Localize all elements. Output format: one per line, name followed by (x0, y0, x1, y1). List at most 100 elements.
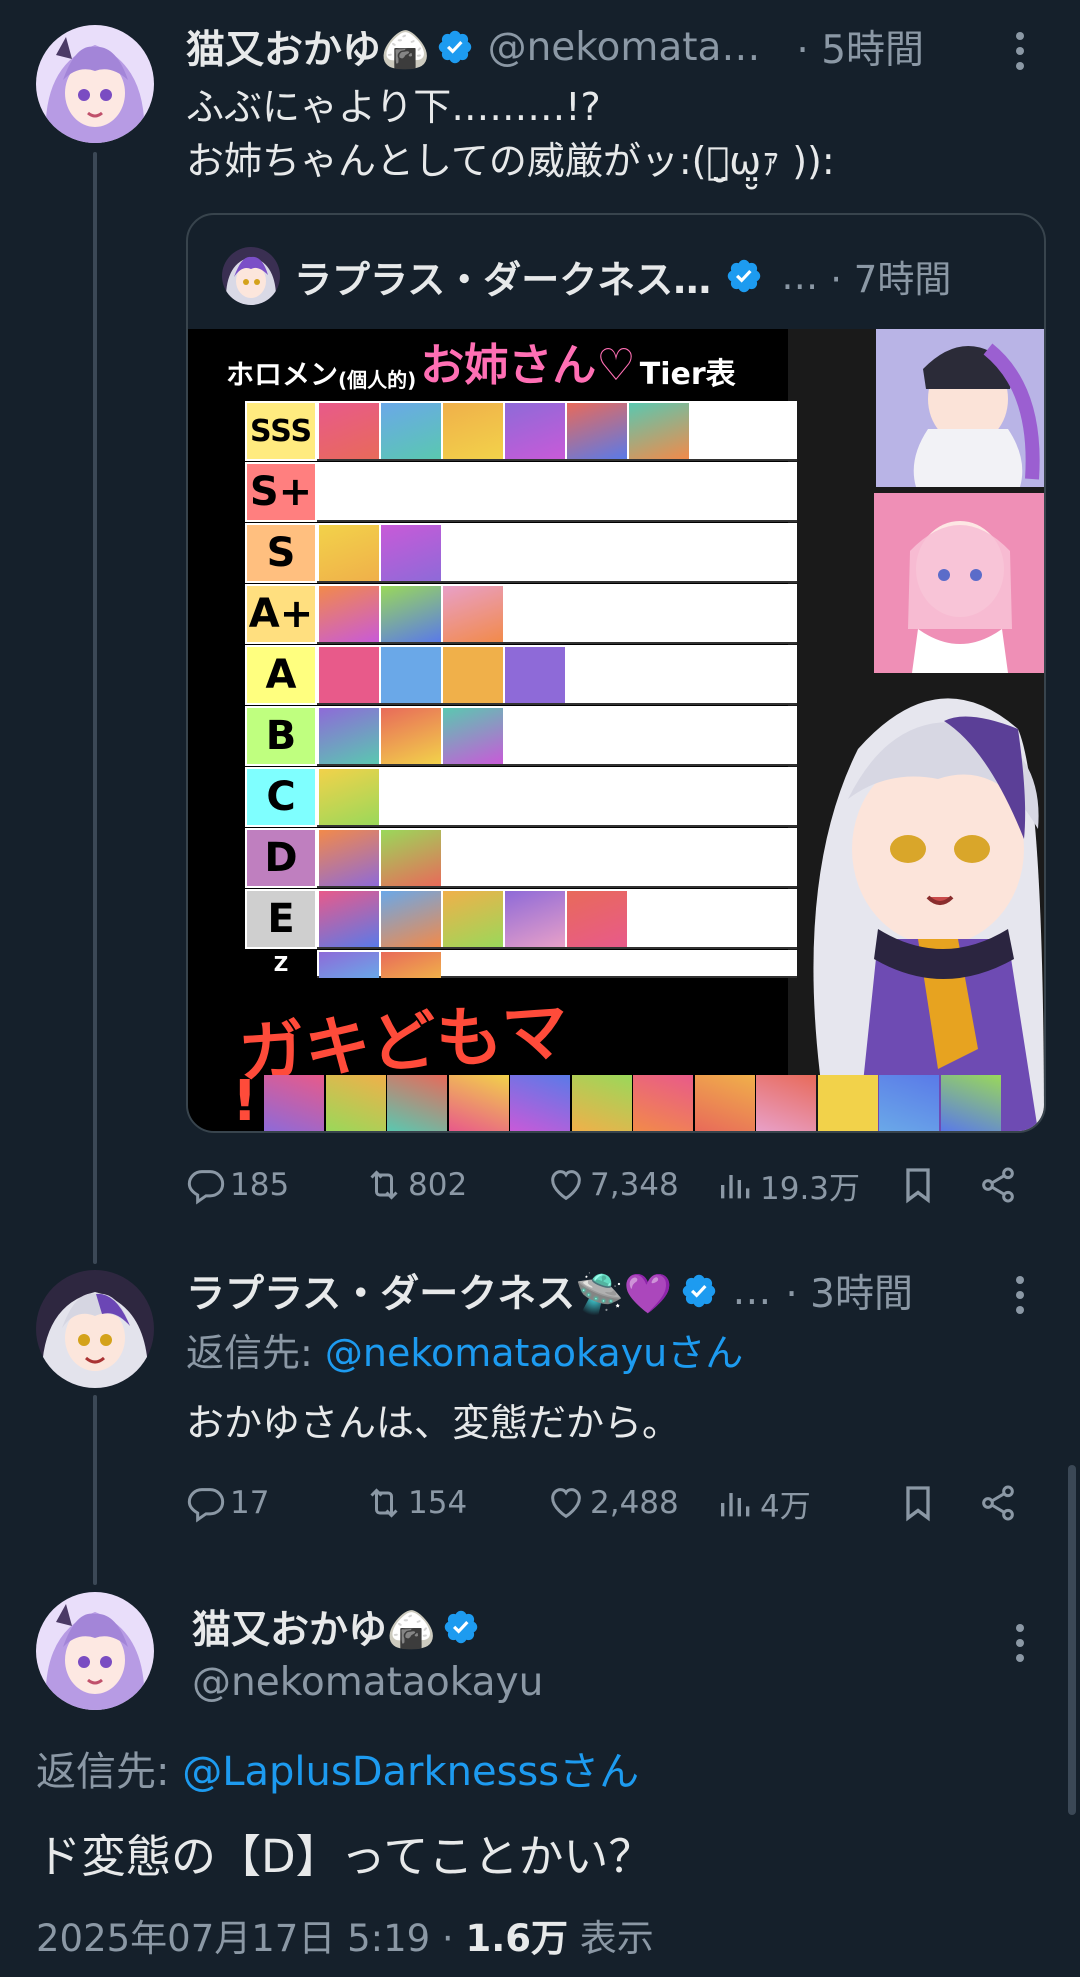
character-thumbnail (264, 1075, 324, 1131)
avatar-laplus-image (36, 1270, 154, 1388)
timestamp[interactable]: · 3時間 (785, 1263, 913, 1319)
tier-label: E (245, 889, 317, 949)
quoted-tweet-card[interactable]: ラプラス・ダークネス… … · 7時間 ホロメン (個人的) お姉さん♡ Tie… (186, 213, 1046, 1133)
tier-row-body (317, 462, 797, 522)
bookmark-button[interactable] (898, 1158, 942, 1212)
like-count: 7,348 (590, 1167, 679, 1203)
tier-row-body (317, 767, 797, 827)
retweet-button[interactable]: 802 (364, 1158, 467, 1212)
tweet-3-text: ド変態の【D】ってことかい？ (36, 1830, 654, 1883)
like-button[interactable]: 2,488 (546, 1476, 679, 1530)
avatar-laplus[interactable] (36, 1270, 154, 1388)
scrollbar[interactable] (1068, 1465, 1076, 1815)
character-thumbnail (443, 647, 503, 703)
more-options-icon[interactable] (1014, 1624, 1026, 1669)
display-name[interactable]: 猫又おかゆ🍙 (192, 1599, 436, 1655)
quoted-handle[interactable]: … (781, 255, 818, 298)
tier-title-prefix: ホロメン (226, 358, 339, 391)
character-thumbnail (443, 708, 503, 764)
tweet-2-header: ラプラス・ダークネス🛸💜 … · 3時間 (186, 1264, 913, 1318)
tweet-1-text: ふぶにゃより下………!? お姉ちゃんとしての威厳がッ:(ｧ̤̮ω̤̮ｧ )): (186, 80, 1046, 188)
handle[interactable]: @nekomata… (488, 25, 761, 70)
reply-to-link[interactable]: @LaplusDarknesssさん (182, 1749, 639, 1795)
tweet-3-meta: 2025年07月17日 5:19 · 1.6万 表示 (36, 1912, 654, 1966)
more-options-icon[interactable] (1014, 1276, 1026, 1321)
quoted-avatar[interactable] (222, 247, 280, 305)
verified-badge-icon (683, 1274, 716, 1308)
more-options-icon[interactable] (1014, 32, 1026, 77)
character-thumbnail (448, 1075, 509, 1131)
tier-row: S+ (245, 462, 797, 522)
retweet-button[interactable]: 154 (364, 1476, 467, 1530)
tier-label: S (245, 523, 317, 583)
bookmark-button[interactable] (898, 1476, 942, 1530)
reply-context: 返信先: @LaplusDarknesssさん (36, 1744, 639, 1800)
views-button[interactable]: 4万 (716, 1476, 811, 1530)
views-label: 表示 (568, 1917, 654, 1960)
character-thumbnail (381, 708, 441, 764)
character-thumbnail (940, 1075, 1001, 1131)
tier-row: SSS (245, 401, 797, 461)
views-chart-icon (721, 1175, 750, 1199)
tier-row: E (245, 889, 797, 949)
views-button[interactable]: 19.3万 (716, 1158, 860, 1212)
views-chart-icon (721, 1493, 750, 1517)
avatar-okayu-image (36, 1592, 154, 1710)
character-thumbnail (817, 1075, 878, 1131)
tier-row-body (317, 523, 797, 583)
character-thumbnail (381, 952, 441, 978)
character-thumbnail (694, 1075, 755, 1131)
tier-list-image[interactable]: ホロメン (個人的) お姉さん♡ Tier表 SSS S+ S A+ A B C D E Z ガキ… (188, 329, 1044, 1131)
like-button[interactable]: 7,348 (546, 1158, 679, 1212)
avatar-okayu[interactable] (36, 1592, 154, 1710)
share-icon (982, 1167, 1014, 1203)
avatar-okayu-image (36, 25, 154, 143)
tier-label: A (245, 645, 317, 705)
character-thumbnail (879, 1075, 939, 1131)
character-thumbnail (505, 891, 565, 947)
character-thumbnail (381, 647, 441, 703)
reply-to-link[interactable]: @nekomataokayuさん (325, 1331, 743, 1375)
quoted-display-name[interactable]: ラプラス・ダークネス… (294, 249, 711, 304)
tier-label: SSS (245, 401, 317, 461)
tier-row-body (317, 645, 797, 705)
character-thumbnail (319, 952, 379, 978)
reply-context: 返信先: @nekomataokayuさん (186, 1326, 743, 1380)
character-thumbnail (381, 830, 441, 886)
character-thumbnail (505, 647, 565, 703)
reply-icon (187, 1170, 225, 1205)
tweet-3-name-row: 猫又おかゆ🍙 (192, 1600, 480, 1654)
character-thumbnail (443, 586, 503, 642)
avatar-okayu[interactable] (36, 25, 154, 143)
quoted-timestamp[interactable]: · 7時間 (830, 249, 951, 303)
reply-button[interactable]: 17 (186, 1476, 269, 1530)
character-thumbnail (505, 403, 565, 459)
tier-label: Z (245, 950, 317, 978)
quoted-avatar-image (222, 247, 280, 305)
thread-connector-2 (93, 1395, 97, 1585)
character-thumbnail (381, 586, 441, 642)
tier-label: A+ (245, 584, 317, 644)
share-button[interactable] (978, 1476, 1022, 1530)
handle[interactable]: … (732, 1269, 771, 1314)
post-date[interactable]: 2025年07月17日 5:19 · (36, 1917, 465, 1960)
display-name[interactable]: 猫又おかゆ🍙 (186, 19, 430, 75)
display-name[interactable]: ラプラス・ダークネス🛸💜 (186, 1263, 672, 1319)
tweet-1-header: 猫又おかゆ🍙 @nekomata… · 5時間 (186, 20, 924, 74)
view-count: 4万 (760, 1488, 811, 1525)
tier-caption-2: ! (232, 1069, 258, 1131)
character-thumbnail (443, 403, 503, 459)
tier-label: D (245, 828, 317, 888)
view-count: 19.3万 (760, 1170, 861, 1207)
reply-button[interactable]: 185 (186, 1158, 289, 1212)
share-button[interactable] (978, 1158, 1022, 1212)
verified-badge-icon (438, 30, 471, 64)
timestamp[interactable]: · 5時間 (796, 19, 924, 75)
tier-title-suffix: Tier表 (639, 357, 736, 392)
handle[interactable]: @nekomataokayu (192, 1656, 543, 1710)
retweet-icon (370, 1170, 398, 1200)
character-thumbnail (319, 586, 379, 642)
tier-row-body (317, 950, 797, 978)
character-thumbnail (567, 891, 627, 947)
tier-row-body (317, 584, 797, 644)
